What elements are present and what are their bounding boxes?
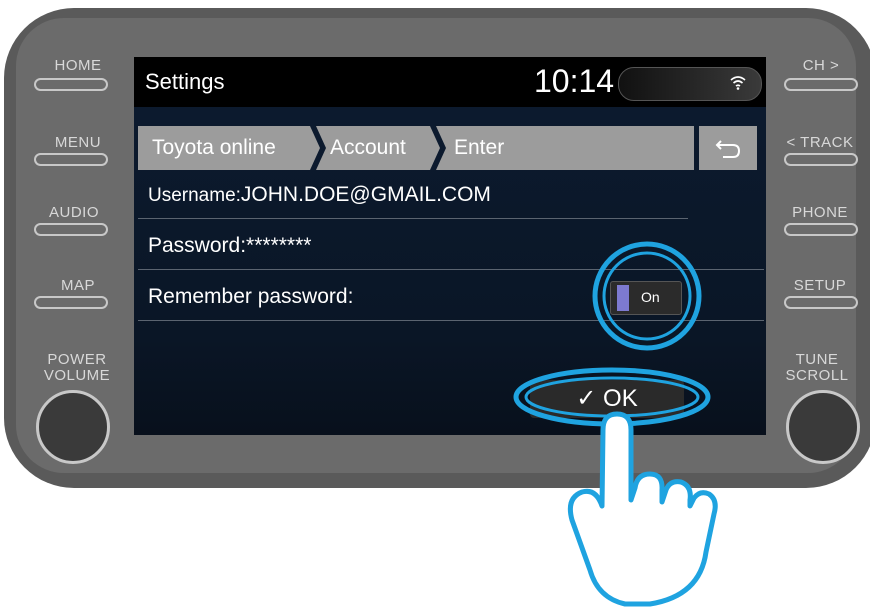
track-button[interactable]	[784, 153, 858, 166]
remember-password-toggle[interactable]: On	[610, 281, 682, 315]
ch-button[interactable]	[784, 78, 858, 91]
page-title: Settings	[145, 69, 225, 94]
map-button-label: MAP	[60, 277, 95, 294]
breadcrumb-separator	[430, 126, 446, 170]
clock: 10:14	[534, 63, 615, 99]
phone-button-label: PHONE	[792, 204, 848, 221]
password-row[interactable]: Password:********	[148, 234, 311, 258]
track-button-label: < TRACK	[786, 134, 854, 151]
password-label: Password:	[148, 234, 247, 257]
tune-label: TUNE	[795, 351, 839, 368]
username-row[interactable]: Username:JOHN.DOE@GMAIL.COM	[148, 183, 491, 207]
scroll-label: SCROLL	[785, 367, 849, 384]
home-button-label: HOME	[54, 57, 102, 74]
status-bar: Settings 10:14	[134, 57, 766, 107]
breadcrumb: Toyota online Account Enter	[138, 126, 694, 170]
ok-button-label: ✓ OK	[576, 385, 638, 412]
volume-knob[interactable]	[36, 390, 110, 464]
password-value: ********	[246, 234, 312, 257]
ch-button-label: CH >	[802, 57, 840, 74]
phone-button[interactable]	[784, 223, 858, 236]
power-label: POWER	[47, 351, 107, 368]
toggle-state-label: On	[641, 289, 660, 305]
menu-button[interactable]	[34, 153, 108, 166]
tune-scroll-label: TUNE SCROLL	[772, 352, 862, 384]
power-volume-label: POWER VOLUME	[32, 352, 122, 384]
audio-button[interactable]	[34, 223, 108, 236]
setup-button-label: SETUP	[793, 277, 847, 294]
wifi-icon	[729, 73, 747, 96]
row-divider	[138, 320, 764, 321]
breadcrumb-account[interactable]: Account	[330, 126, 406, 170]
audio-button-label: AUDIO	[48, 204, 99, 221]
setup-button[interactable]	[784, 296, 858, 309]
row-divider	[138, 269, 764, 270]
volume-label: VOLUME	[43, 367, 111, 384]
menu-button-label: MENU	[54, 134, 102, 151]
touch-screen: Settings 10:14 Toyota online Account Ent…	[134, 57, 766, 435]
back-button[interactable]	[699, 126, 757, 170]
remember-password-label: Remember password:	[148, 285, 354, 308]
username-value: JOHN.DOE@GMAIL.COM	[240, 183, 491, 206]
username-label: Username:	[148, 185, 241, 206]
toggle-indicator	[617, 285, 629, 311]
tune-knob[interactable]	[786, 390, 860, 464]
breadcrumb-enter[interactable]: Enter	[454, 126, 504, 170]
map-button[interactable]	[34, 296, 108, 309]
ok-button[interactable]: ✓ OK	[530, 380, 684, 418]
row-divider	[138, 218, 688, 219]
back-arrow-icon	[715, 140, 741, 158]
breadcrumb-separator	[310, 126, 326, 170]
home-button[interactable]	[34, 78, 108, 91]
status-pill	[618, 67, 762, 101]
breadcrumb-toyota-online[interactable]: Toyota online	[152, 126, 276, 170]
